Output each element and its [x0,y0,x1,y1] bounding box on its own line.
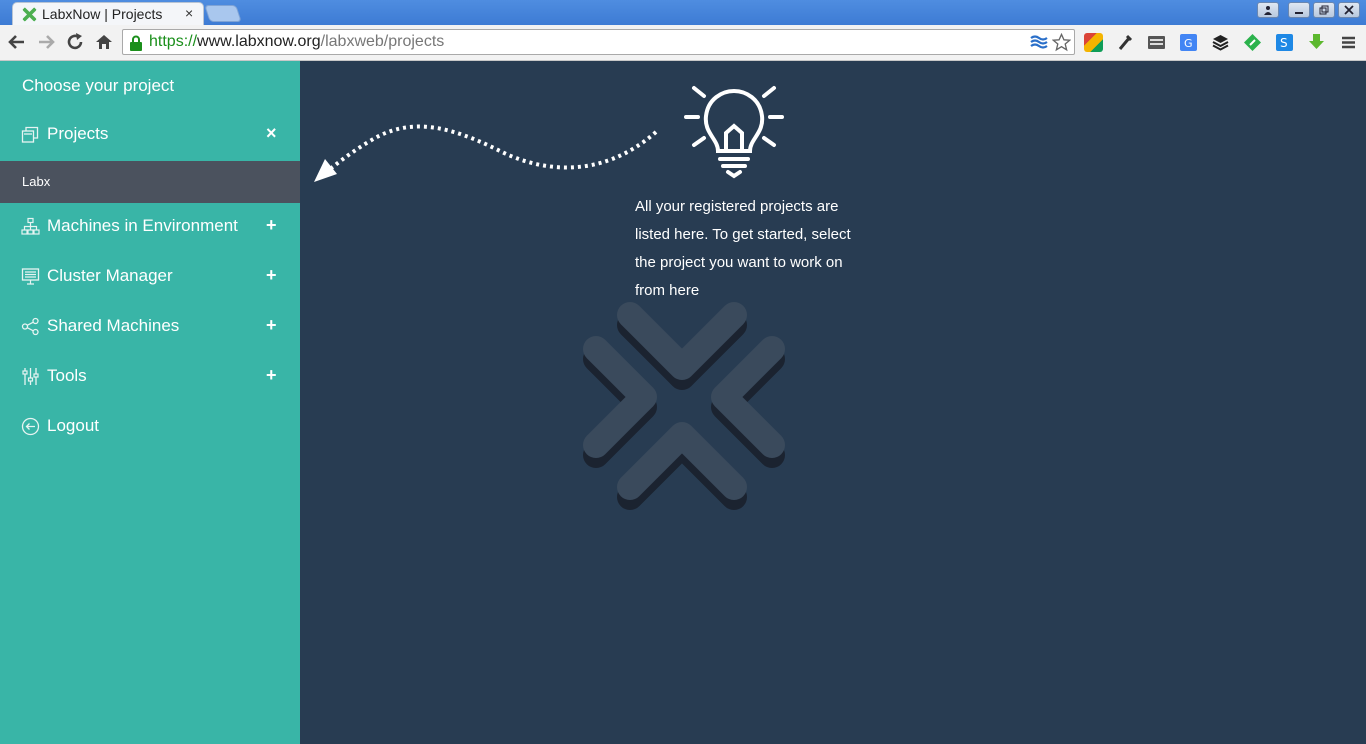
expand-icon[interactable]: + [266,315,277,336]
minimize-icon[interactable] [1288,2,1310,18]
sidebar-item-label: Machines in Environment [47,216,238,235]
sidebar-item-label: Shared Machines [47,316,180,335]
extension-pen-icon[interactable] [1116,33,1135,52]
extension-feedly-icon[interactable] [1243,33,1262,52]
sidebar-item-shared-machines[interactable]: Shared Machines + [0,307,300,347]
sidebar-item-logout[interactable]: Logout [0,407,300,447]
sidebar-item-tools[interactable]: Tools + [0,357,300,397]
expand-icon[interactable]: + [266,215,277,236]
sidebar-title: Choose your project [22,76,175,95]
new-tab-button[interactable] [204,5,242,22]
forward-arrow-icon[interactable] [35,31,57,53]
hint-text: All your registered projects are listed … [635,198,851,299]
extension-translate-icon[interactable]: G [1179,33,1198,52]
collapse-icon[interactable]: × [266,123,277,144]
expand-icon[interactable]: + [266,265,277,286]
sidebar-item-label: Cluster Manager [47,266,173,285]
bookmark-star-icon[interactable] [1052,33,1071,52]
extension-keyboard-icon[interactable] [1147,33,1166,52]
network-icon [21,217,40,235]
main-content: All your registered projects are listed … [300,61,1366,744]
extension-s-icon[interactable]: S [1275,33,1294,52]
extension-stack-icon[interactable] [1211,33,1230,52]
dotted-arrow-icon [314,124,658,182]
browser-toolbar: https://www.labxnow.org/labxweb/projects… [0,25,1366,61]
reload-icon[interactable] [64,31,86,53]
sidebar-item-machines-in-environment[interactable]: Machines in Environment + [0,207,300,247]
close-window-icon[interactable] [1338,2,1360,18]
share-icon [21,317,39,336]
svg-text:G: G [1184,37,1193,50]
extension-google-icon[interactable] [1084,33,1103,52]
tools-icon [22,368,39,385]
project-entry-label: Labx [22,174,51,189]
projects-icon [21,126,39,143]
menu-icon[interactable] [1339,33,1358,52]
user-profile-icon[interactable] [1257,2,1279,18]
sidebar-item-projects[interactable]: Projects × [0,115,300,155]
labxnow-logo-icon [583,302,785,510]
browser-tab[interactable]: LabxNow | Projects × [12,2,204,25]
lightbulb-icon [684,86,784,179]
rss-waves-icon[interactable] [1030,34,1048,50]
tab-title: LabxNow | Projects [42,6,163,22]
sidebar-item-cluster-manager[interactable]: Cluster Manager + [0,257,300,297]
sidebar: Choose your project Projects × Labx Mach… [0,61,300,744]
labxnow-favicon-icon [22,7,37,22]
lock-icon [130,35,142,51]
extension-download-icon[interactable] [1307,33,1326,52]
back-arrow-icon[interactable] [6,31,28,53]
sidebar-item-label: Projects [47,124,109,143]
home-icon[interactable] [93,31,115,53]
url-text: https://www.labxnow.org/labxweb/projects [149,33,445,50]
logout-icon [21,417,40,436]
tab-close-icon[interactable]: × [185,5,193,21]
monitor-icon [21,268,40,285]
expand-icon[interactable]: + [266,365,277,386]
project-entry-labx[interactable]: Labx [0,161,300,203]
sidebar-item-label: Logout [47,416,99,435]
browser-tabstrip: LabxNow | Projects × [0,0,1366,25]
restore-icon[interactable] [1313,2,1335,18]
svg-text:S: S [1280,36,1288,50]
address-bar[interactable]: https://www.labxnow.org/labxweb/projects [122,29,1075,55]
sidebar-item-label: Tools [47,366,87,385]
